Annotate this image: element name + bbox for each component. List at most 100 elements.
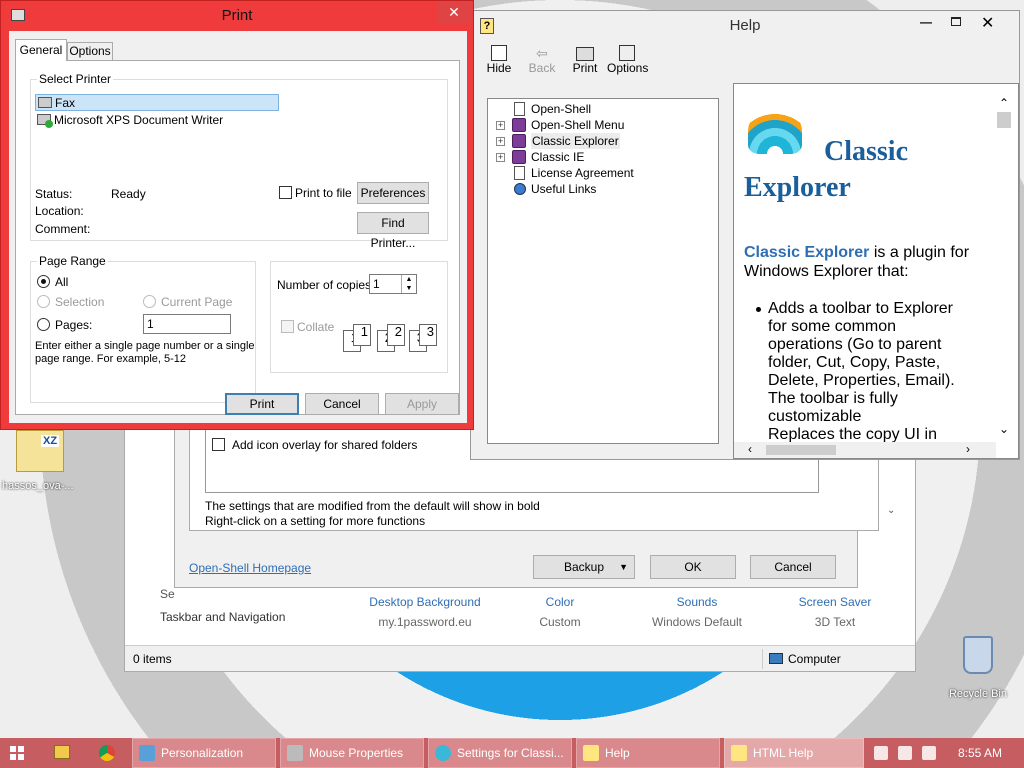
list-scroll-down-icon[interactable]: ⌄ — [887, 505, 895, 516]
print-title: Print — [221, 7, 253, 24]
apply-button[interactable]: Apply — [385, 393, 459, 415]
print-dialog: Print ✕ General Options Select Printer F… — [0, 0, 474, 430]
printer-item-xps[interactable]: Microsoft XPS Document Writer — [35, 112, 279, 129]
expand-icon[interactable]: + — [496, 153, 505, 162]
network-icon[interactable] — [922, 746, 936, 760]
homepage-link[interactable]: Open-Shell Homepage — [189, 561, 311, 575]
desktop-file-icon[interactable]: XZ hassos_ova-... — [0, 426, 80, 496]
clock[interactable]: 8:55 AM — [958, 746, 1002, 760]
page-icon — [514, 102, 525, 116]
taskbar-navigation-link[interactable]: Taskbar and Navigation — [160, 610, 285, 624]
selection-label: Selection — [55, 295, 105, 309]
print-to-file-label: Print to file — [295, 186, 352, 200]
settings-cancel-button[interactable]: Cancel — [750, 555, 836, 579]
options-button[interactable]: Options — [607, 45, 648, 75]
intro-link[interactable]: Classic Explorer — [744, 244, 869, 261]
tree-label: Open-Shell Menu — [531, 118, 625, 132]
taskbar-settings-classic[interactable]: Settings for Classi... — [428, 738, 572, 768]
selection-radio[interactable] — [37, 295, 50, 308]
taskbar-help[interactable]: Help — [576, 738, 720, 768]
chrome-pin[interactable] — [99, 745, 115, 761]
print-to-file-checkbox[interactable] — [279, 186, 292, 199]
options-icon — [619, 45, 635, 61]
recycle-bin-label: Recycle Bin — [948, 688, 1008, 700]
scroll-up-icon[interactable]: ⌃ — [996, 96, 1012, 110]
maximize-icon[interactable] — [951, 17, 961, 26]
scroll-right-icon[interactable]: › — [966, 442, 970, 456]
item-sub: Custom — [539, 615, 581, 629]
copies-spinner[interactable]: ▲ ▼ — [401, 275, 416, 293]
taskbar-html-help[interactable]: HTML Help — [724, 738, 864, 768]
scroll-down-icon[interactable]: ⌄ — [996, 422, 1012, 436]
expand-icon[interactable]: + — [496, 121, 505, 130]
help-close-icon[interactable]: ✕ — [981, 13, 994, 33]
help-toolbar: Hide ⇦ Back Print Options — [471, 43, 1019, 83]
item-screen-saver[interactable]: Screen Saver 3D Text — [785, 595, 885, 629]
backup-button[interactable]: Backup ▼ — [533, 555, 635, 579]
start-button[interactable] — [10, 746, 24, 760]
tab-page: Select Printer Fax Microsoft XPS Documen… — [15, 60, 460, 415]
taskbar-mouse-properties[interactable]: Mouse Properties — [280, 738, 424, 768]
action-center-icon[interactable] — [898, 746, 912, 760]
minimize-icon[interactable]: — — [920, 15, 934, 29]
printer-list: Fax Microsoft XPS Document Writer — [35, 88, 445, 158]
cancel-button[interactable]: Cancel — [305, 393, 379, 415]
dropdown-arrow-icon: ▼ — [619, 562, 628, 572]
print-label: Print — [572, 61, 598, 75]
spin-down-icon[interactable]: ▼ — [402, 284, 416, 293]
bullet-line: operations (Go to parent — [768, 336, 942, 353]
shared-folder-overlay-checkbox[interactable] — [212, 438, 225, 451]
taskbar-label: Personalization — [161, 746, 244, 760]
spin-up-icon[interactable]: ▲ — [402, 275, 416, 284]
back-button[interactable]: ⇦ Back — [527, 45, 557, 75]
scroll-thumb[interactable] — [997, 112, 1011, 128]
all-radio[interactable] — [37, 275, 50, 288]
printer-item-fax[interactable]: Fax — [35, 94, 279, 111]
vertical-scrollbar[interactable]: ⌃ ⌄ — [996, 96, 1012, 436]
taskbar-personalization[interactable]: Personalization — [132, 738, 276, 768]
print-toolbar-button[interactable]: Print — [571, 45, 599, 75]
collate-checkbox[interactable] — [281, 320, 294, 333]
taskbar-label: Help — [605, 746, 630, 760]
hide-button[interactable]: Hide — [485, 45, 513, 75]
print-button[interactable]: Print — [225, 393, 299, 415]
item-sounds[interactable]: Sounds Windows Default — [645, 595, 749, 629]
printer-label: Fax — [55, 96, 76, 110]
expand-icon[interactable]: + — [496, 137, 505, 146]
tab-options[interactable]: Options — [67, 42, 113, 60]
collate-illustration: 1 1 2 2 3 3 — [343, 320, 443, 354]
left-partial-label: Se — [160, 587, 175, 601]
status-bar: 0 items Computer — [125, 645, 915, 671]
item-desktop-background[interactable]: Desktop Background my.1password.eu — [365, 595, 485, 629]
horizontal-scrollbar[interactable]: ‹ › — [734, 442, 996, 458]
help-tree-pane: Open-Shell + Open-Shell Menu + Classic E… — [487, 98, 719, 444]
item-sub: my.1password.eu — [378, 615, 472, 629]
collate-page: 2 — [387, 324, 405, 346]
preferences-button[interactable]: Preferences — [357, 182, 429, 204]
scroll-hthumb[interactable] — [766, 445, 836, 455]
current-page-radio[interactable] — [143, 295, 156, 308]
bullet-line: customizable — [768, 408, 862, 425]
file-explorer-pin[interactable] — [54, 745, 70, 759]
scroll-left-icon[interactable]: ‹ — [748, 442, 752, 456]
classic-shell-logo — [744, 106, 806, 158]
item-title: Screen Saver — [798, 595, 872, 609]
tab-general[interactable]: General — [15, 39, 67, 61]
help-title: Help — [729, 17, 761, 34]
pages-input[interactable]: 1 — [143, 314, 231, 334]
pages-radio[interactable] — [37, 318, 50, 331]
recycle-bin[interactable]: Recycle Bin — [940, 636, 1016, 706]
hide-label: Hide — [486, 61, 512, 75]
find-printer-button[interactable]: Find Printer... — [357, 212, 429, 250]
tree-label: Classic Explorer — [531, 133, 620, 149]
volume-muted-icon[interactable] — [874, 746, 888, 760]
fax-icon — [38, 97, 52, 108]
help-heading-2: Explorer — [744, 172, 851, 203]
all-label: All — [55, 275, 69, 289]
help-heading-1: Classic — [824, 136, 908, 167]
item-color[interactable]: Color Custom — [510, 595, 610, 629]
print-close-button[interactable]: ✕ — [437, 1, 471, 23]
ok-button[interactable]: OK — [650, 555, 736, 579]
print-client: General Options Select Printer Fax Micro… — [9, 31, 467, 423]
printer-label: Microsoft XPS Document Writer — [54, 113, 224, 127]
